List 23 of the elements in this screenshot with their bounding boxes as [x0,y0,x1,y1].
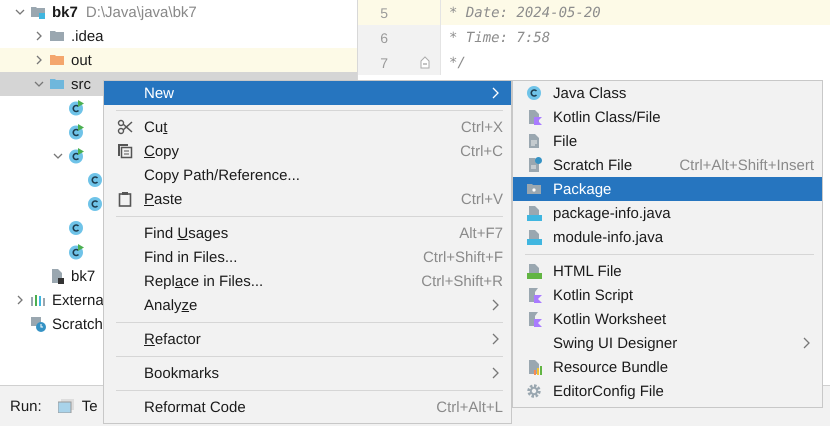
shortcut-label: Ctrl+X [460,118,503,136]
shortcut-label: Ctrl+Shift+R [421,272,503,290]
shortcut-label: Alt+F7 [459,224,503,242]
tree-label: bk7 [71,268,96,284]
tree-label: Scratch [52,316,103,332]
run-label: Run: [10,398,42,414]
line-number: 6 [379,30,388,46]
line-number: 5 [379,4,388,20]
project-path: D:\Java\java\bk7 [86,4,197,20]
code-comment: * Time: 7:58 [449,30,550,46]
shortcut-label: Ctrl+Alt+L [436,398,503,416]
tree-label: bk7 [52,4,78,20]
tree-label: Externa [52,292,104,308]
shortcut-label: Ctrl+V [460,190,503,208]
tree-label: .idea [71,28,104,44]
shortcut-label: Ctrl+C [460,142,503,160]
code-comment: * Date: 2024-05-20 [449,4,601,20]
line-number: 7 [379,54,388,70]
code-comment: */ [449,54,466,70]
shortcut-label: Ctrl+Alt+Shift+Insert [679,156,814,174]
tree-label: src [71,76,91,92]
shortcut-label: Ctrl+Shift+F [422,248,503,266]
tree-label: out [71,52,92,68]
